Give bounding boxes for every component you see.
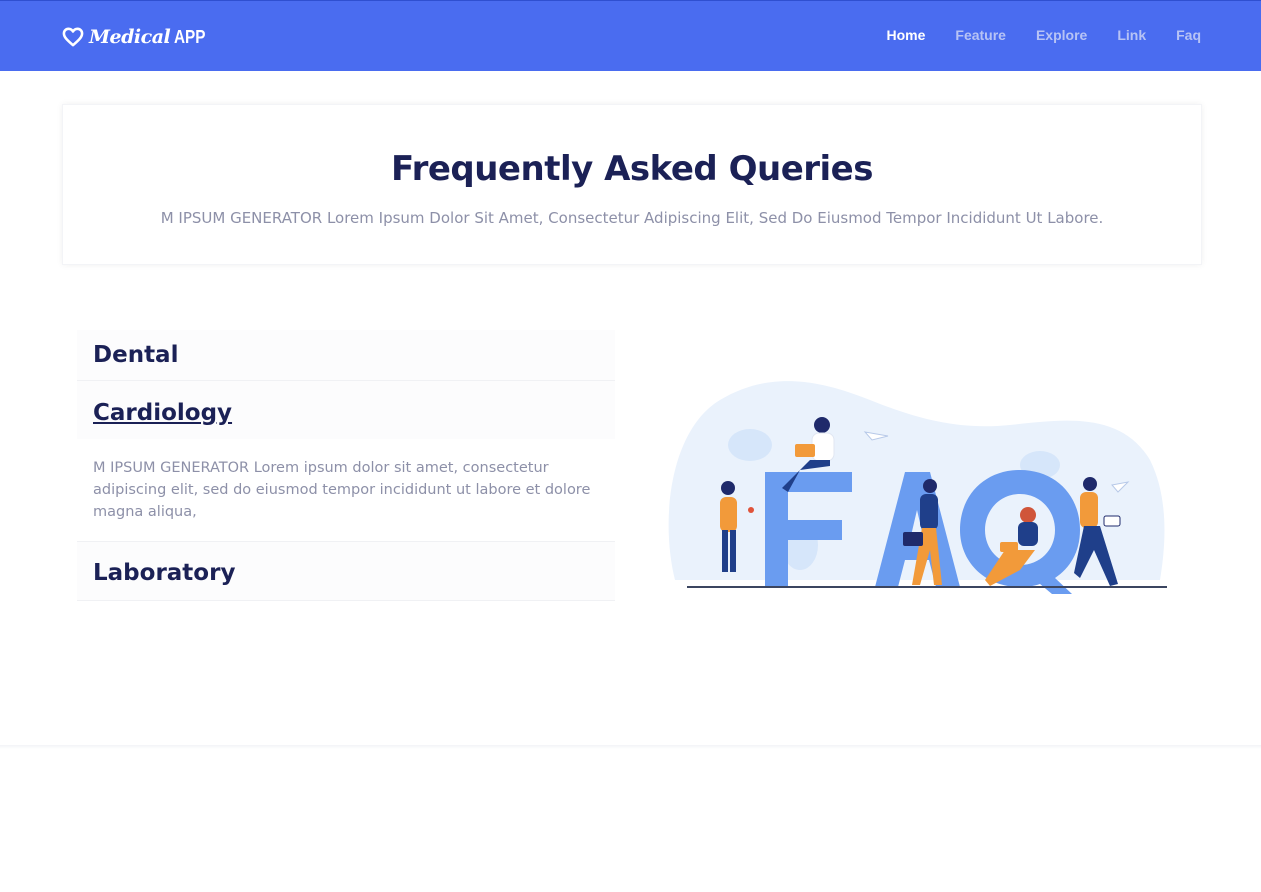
brand-name: Medical: [89, 26, 171, 48]
nav-feature[interactable]: Feature: [955, 27, 1006, 43]
faq-accordion: Dental Cardiology M IPSUM GENERATOR Lore…: [77, 330, 615, 601]
faq-toggle-dental[interactable]: Dental: [77, 330, 615, 380]
page-title: Frequently Asked Queries: [391, 149, 873, 189]
main-nav: Home Feature Explore Link Faq: [856, 27, 1201, 43]
heart-icon: [62, 27, 84, 47]
faq-answer-cardiology: M IPSUM GENERATOR Lorem ipsum dolor sit …: [77, 439, 615, 541]
faq-toggle-laboratory[interactable]: Laboratory: [77, 542, 615, 600]
nav-faq[interactable]: Faq: [1176, 27, 1201, 43]
faq-item-cardiology: Cardiology M IPSUM GENERATOR Lorem ipsum…: [77, 381, 615, 542]
brand-logo[interactable]: Medical APP: [62, 26, 211, 48]
faq-people-illustration: [660, 370, 1180, 600]
top-navbar: Medical APP Home Feature Explore Link Fa…: [0, 0, 1261, 71]
faq-heading-card: Frequently Asked Queries M IPSUM GENERAT…: [62, 104, 1202, 265]
faq-item-dental: Dental: [77, 330, 615, 381]
faq-toggle-cardiology[interactable]: Cardiology: [77, 381, 615, 439]
brand-suffix: APP: [174, 26, 206, 47]
nav-explore[interactable]: Explore: [1036, 27, 1087, 43]
faq-item-laboratory: Laboratory: [77, 542, 615, 601]
footer-divider: [0, 745, 1261, 749]
nav-home[interactable]: Home: [886, 27, 925, 43]
page-subtitle: M IPSUM GENERATOR Lorem Ipsum Dolor Sit …: [160, 209, 1104, 227]
nav-link[interactable]: Link: [1117, 27, 1146, 43]
